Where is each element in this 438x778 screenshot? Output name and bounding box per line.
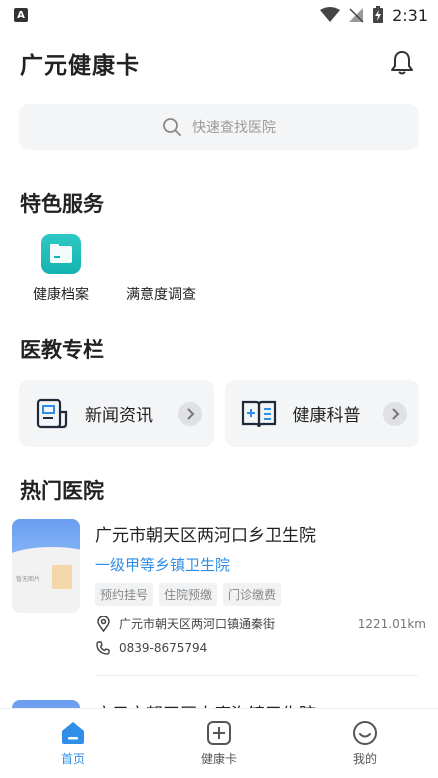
health-card-icon: [207, 721, 231, 745]
column-label: 新闻资讯: [85, 406, 153, 426]
app-notification-icon: A: [14, 8, 28, 22]
header: 广元健康卡: [0, 30, 438, 96]
hospital-tags: 预约挂号 住院预缴 门诊缴费: [95, 583, 426, 606]
tab-profile[interactable]: 我的: [292, 709, 438, 778]
service-label: 健康档案: [33, 287, 89, 303]
service-icon-placeholder: [141, 234, 181, 274]
divider: [96, 675, 418, 676]
section-title-hospitals: 热门医院: [20, 479, 104, 503]
health-record-icon: [41, 234, 81, 274]
health-science-icon: [241, 400, 276, 427]
no-signal-icon: [349, 8, 364, 23]
bottom-tab-bar: 首页 健康卡 我的: [0, 708, 438, 778]
status-icons: 2:31: [320, 6, 428, 25]
status-bar: A 2:31: [0, 0, 438, 30]
hospital-distance: 1221.01km: [357, 616, 426, 631]
columns-list: 新闻资讯 健康科普: [0, 380, 438, 447]
search-bar[interactable]: 快速查找医院: [19, 104, 419, 150]
column-news[interactable]: 新闻资讯: [19, 380, 214, 447]
hospital-phone[interactable]: 0839-8675794: [119, 641, 207, 655]
battery-charging-icon: [373, 6, 384, 23]
tab-home[interactable]: 首页: [0, 709, 146, 778]
tab-label: 健康卡: [200, 752, 237, 766]
thumbnail-text: 暂无图片: [16, 576, 41, 583]
tag-appointment: 预约挂号: [95, 583, 154, 606]
chevron-right-icon: [383, 401, 407, 426]
column-label: 健康科普: [292, 406, 361, 426]
tab-label: 我的: [352, 752, 377, 766]
address-row: 广元市朝天区两河口镇通秦街 1221.01km: [95, 615, 426, 632]
column-health-science[interactable]: 健康科普: [224, 380, 419, 447]
tab-health-card[interactable]: 健康卡: [146, 709, 292, 778]
search-placeholder: 快速查找医院: [192, 120, 276, 136]
profile-icon: [353, 721, 377, 745]
phone-row: 0839-8675794: [95, 641, 426, 655]
hospital-card[interactable]: 暂无图片 广元市朝天区两河口乡卫生院 一级甲等乡镇卫生院 预约挂号 住院预缴 门…: [0, 519, 438, 655]
service-health-record[interactable]: 健康档案: [20, 234, 102, 304]
search-icon: [163, 118, 181, 136]
chevron-right-icon: [177, 401, 202, 426]
tab-label: 首页: [60, 752, 85, 766]
hospital-name: 广元市朝天区两河口乡卫生院: [95, 526, 316, 546]
page-title: 广元健康卡: [20, 53, 140, 79]
phone-icon: [95, 641, 111, 655]
services-list: 健康档案 满意度调查: [0, 234, 438, 304]
location-pin-icon: [95, 615, 111, 632]
section-title-services: 特色服务: [20, 192, 104, 216]
service-label: 满意度调查: [126, 287, 196, 303]
bell-icon[interactable]: [390, 50, 414, 76]
hospital-level: 一级甲等乡镇卫生院: [95, 556, 231, 574]
news-icon: [36, 398, 68, 428]
home-icon: [62, 722, 84, 744]
status-time: 2:31: [392, 5, 428, 25]
wifi-icon: [320, 7, 341, 22]
hospital-info: 广元市朝天区两河口乡卫生院 一级甲等乡镇卫生院 预约挂号 住院预缴 门诊缴费 广…: [95, 519, 426, 655]
section-title-columns: 医教专栏: [20, 338, 104, 362]
tag-inpatient-prepay: 住院预缴: [159, 583, 218, 606]
hospital-address: 广元市朝天区两河口镇通秦街: [119, 617, 276, 631]
service-satisfaction-survey[interactable]: 满意度调查: [120, 234, 202, 304]
hospital-thumbnail: 暂无图片: [12, 519, 80, 613]
tag-outpatient-payment: 门诊缴费: [223, 583, 282, 606]
